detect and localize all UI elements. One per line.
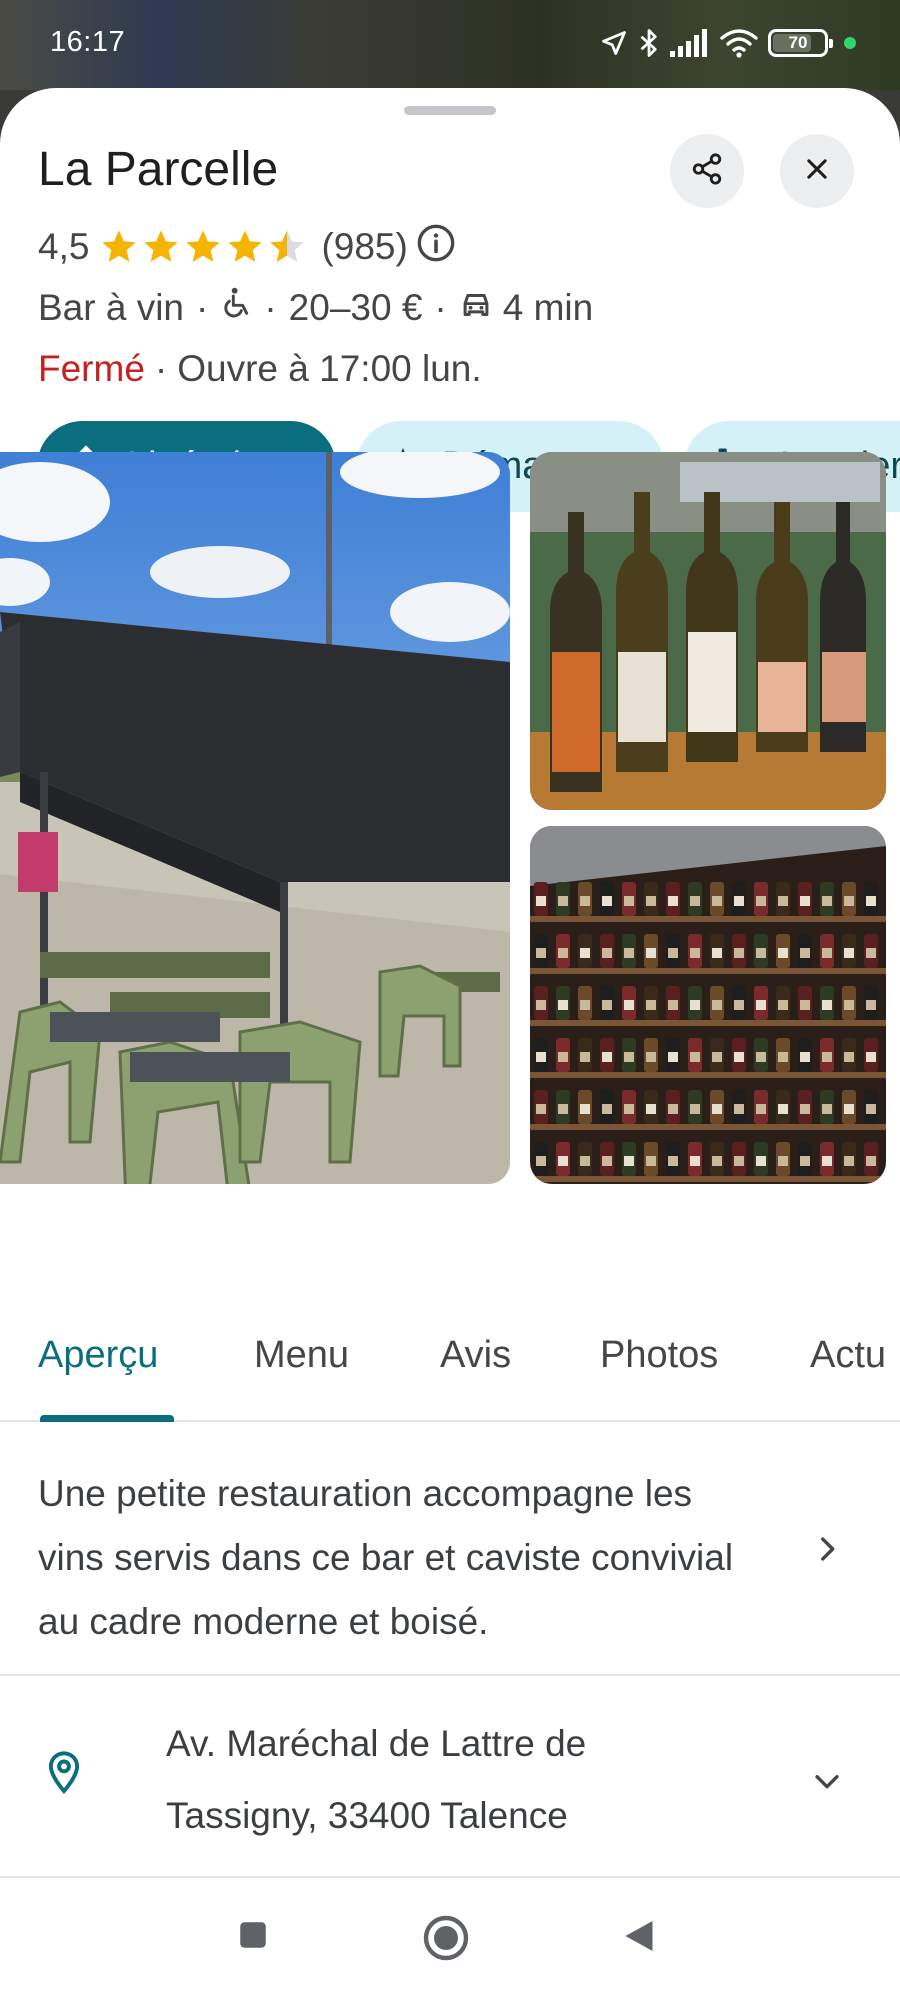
tab-actu[interactable]: Actu	[810, 1334, 886, 1377]
place-title: La Parcelle	[38, 143, 279, 196]
share-icon	[690, 152, 724, 191]
privacy-indicator-dot	[844, 37, 856, 49]
wine-shelves-photo[interactable]	[530, 826, 886, 1184]
terrace-photo[interactable]	[0, 452, 510, 1184]
drag-handle[interactable]	[404, 106, 496, 115]
status-bar: 16:17 70	[0, 0, 900, 90]
status-icons: 70	[600, 26, 856, 60]
description-row[interactable]: Une petite restauration accompagne les v…	[0, 1426, 900, 1676]
location-arrow-icon	[600, 29, 628, 57]
battery-icon: 70	[768, 29, 833, 57]
star-icon	[186, 230, 221, 262]
separator: ·	[434, 287, 447, 328]
info-row: Bar à vin · · 20–30 € · 4 min	[38, 284, 593, 332]
star-icon	[102, 230, 137, 262]
star-icon	[144, 230, 179, 262]
bluetooth-icon	[638, 28, 660, 58]
place-sheet: La Parcelle 4,5 (985) Bar à vin · · 20–3…	[0, 88, 900, 2000]
chevron-right-icon	[810, 1532, 844, 1571]
car-icon	[459, 287, 493, 329]
half-star-icon	[270, 230, 305, 262]
location-pin-icon	[44, 1750, 84, 1801]
address-row[interactable]: Av. Maréchal de Lattre de Tassigny, 3340…	[0, 1678, 900, 1878]
separator: ·	[154, 348, 168, 389]
opening-time: Ouvre à 17:00 lun.	[177, 348, 482, 389]
system-nav-bar	[0, 1878, 900, 2000]
description-text: Une petite restauration accompagne les v…	[38, 1473, 734, 1642]
tab-photos[interactable]: Photos	[600, 1334, 718, 1377]
rating-stars	[99, 227, 307, 267]
wine-bottles-photo[interactable]	[530, 452, 886, 810]
address-line1: Av. Maréchal de Lattre de	[166, 1723, 587, 1764]
close-icon	[803, 155, 831, 188]
chevron-down-icon[interactable]	[810, 1764, 844, 1803]
separator: ·	[196, 287, 209, 328]
open-status: Fermé	[38, 348, 145, 389]
tab-bar: Aperçu Menu Avis Photos Actu	[0, 1296, 900, 1422]
active-tab-indicator	[40, 1415, 174, 1422]
info-icon[interactable]	[416, 223, 456, 272]
wifi-icon	[720, 28, 758, 58]
recents-button[interactable]	[236, 1918, 270, 1957]
separator: ·	[264, 287, 277, 328]
review-count: (985)	[321, 226, 408, 267]
photo-gallery	[0, 452, 900, 1184]
tab-avis[interactable]: Avis	[440, 1334, 511, 1377]
tab-apercu[interactable]: Aperçu	[38, 1334, 158, 1377]
signal-icon	[670, 29, 710, 57]
tab-menu[interactable]: Menu	[254, 1334, 349, 1377]
share-button[interactable]	[670, 134, 744, 208]
back-button[interactable]	[622, 1918, 656, 1959]
category: Bar à vin	[38, 287, 185, 328]
address-text: Av. Maréchal de Lattre de Tassigny, 3340…	[166, 1708, 766, 1852]
home-button[interactable]	[422, 1914, 470, 1967]
drive-time: 4 min	[502, 287, 594, 328]
wheelchair-icon	[220, 286, 252, 331]
rating-value: 4,5	[38, 226, 90, 267]
address-line2: Tassigny, 33400 Talence	[166, 1795, 568, 1836]
price-range: 20–30 €	[288, 287, 423, 328]
battery-level: 70	[788, 33, 808, 52]
star-icon	[228, 230, 263, 262]
status-time: 16:17	[50, 26, 126, 58]
rating-row[interactable]: 4,5 (985)	[38, 223, 456, 271]
close-button[interactable]	[780, 134, 854, 208]
hours-row[interactable]: Fermé · Ouvre à 17:00 lun.	[38, 345, 482, 393]
